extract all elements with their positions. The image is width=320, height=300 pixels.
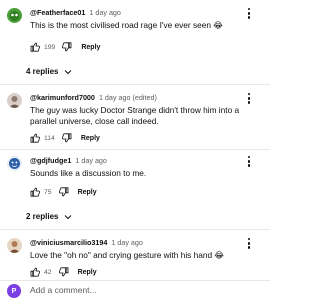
divider (0, 84, 270, 85)
comment-text: Sounds like a discussion to me. (30, 168, 147, 178)
comment-meta: @viniciusmarcilio3194 1 day ago (30, 238, 143, 248)
comment-actions: 42 Reply (30, 266, 97, 278)
divider (0, 280, 270, 281)
thumbs-down-icon[interactable] (62, 42, 72, 52)
add-comment-input[interactable]: Add a comment... (30, 285, 97, 295)
comment-time[interactable]: 1 day ago (edited) (99, 93, 157, 102)
comments-panel: @Featherface01 1 day ago This is the mos… (0, 0, 270, 300)
like-count: 42 (44, 268, 52, 276)
comment-time[interactable]: 1 day ago (111, 238, 143, 247)
add-comment-row: P Add a comment... (0, 282, 270, 300)
reply-button[interactable]: Reply (78, 269, 97, 276)
thumbs-up-icon[interactable] (30, 267, 40, 277)
avatar[interactable] (7, 156, 22, 171)
comment-meta: @Featherface01 1 day ago (30, 8, 121, 18)
like-count: 114 (44, 134, 55, 142)
avatar[interactable] (7, 238, 22, 253)
reply-button[interactable]: Reply (81, 44, 100, 51)
reply-button[interactable]: Reply (81, 135, 100, 142)
user-avatar[interactable]: P (7, 284, 21, 298)
comment-author[interactable]: @Featherface01 (30, 8, 85, 17)
comment-text: This is the most civilised road rage I'v… (30, 20, 223, 30)
comment-text: Love the "oh no" and crying gesture with… (30, 250, 225, 260)
comment-actions: 114 Reply (30, 132, 100, 144)
reply-button[interactable]: Reply (78, 189, 97, 196)
like-count: 75 (44, 188, 52, 196)
comment-actions: 75 Reply (30, 186, 97, 198)
thumbs-down-icon[interactable] (61, 133, 72, 143)
divider (0, 149, 270, 150)
comment-time[interactable]: 1 day ago (75, 156, 107, 165)
replies-count-label: 2 replies (26, 212, 59, 221)
avatar[interactable] (7, 8, 22, 23)
thumbs-down-icon[interactable] (58, 267, 69, 277)
view-replies-button[interactable]: 4 replies (26, 67, 72, 76)
chevron-down-icon (64, 213, 72, 221)
comment-time[interactable]: 1 day ago (89, 8, 121, 17)
thumbs-down-icon[interactable] (58, 187, 69, 197)
comment-meta: @karimunford7000 1 day ago (edited) (30, 93, 157, 103)
view-replies-button[interactable]: 2 replies (26, 212, 72, 221)
thumbs-up-icon[interactable] (30, 42, 40, 52)
comment-author[interactable]: @karimunford7000 (30, 93, 95, 102)
comment-author[interactable]: @viniciusmarcilio3194 (30, 238, 107, 247)
replies-count-label: 4 replies (26, 67, 59, 76)
divider (0, 229, 270, 230)
thumbs-up-icon[interactable] (30, 133, 40, 143)
avatar[interactable] (7, 93, 22, 108)
thumbs-up-icon[interactable] (30, 187, 40, 197)
comment-actions: 199 Reply (30, 41, 100, 53)
comment-author[interactable]: @gdjfudge1 (30, 156, 71, 165)
chevron-down-icon (64, 68, 72, 76)
comment-text: The guy was lucky Doctor Strange didn't … (30, 105, 240, 126)
like-count: 199 (44, 43, 56, 51)
comment-meta: @gdjfudge1 1 day ago (30, 156, 107, 166)
